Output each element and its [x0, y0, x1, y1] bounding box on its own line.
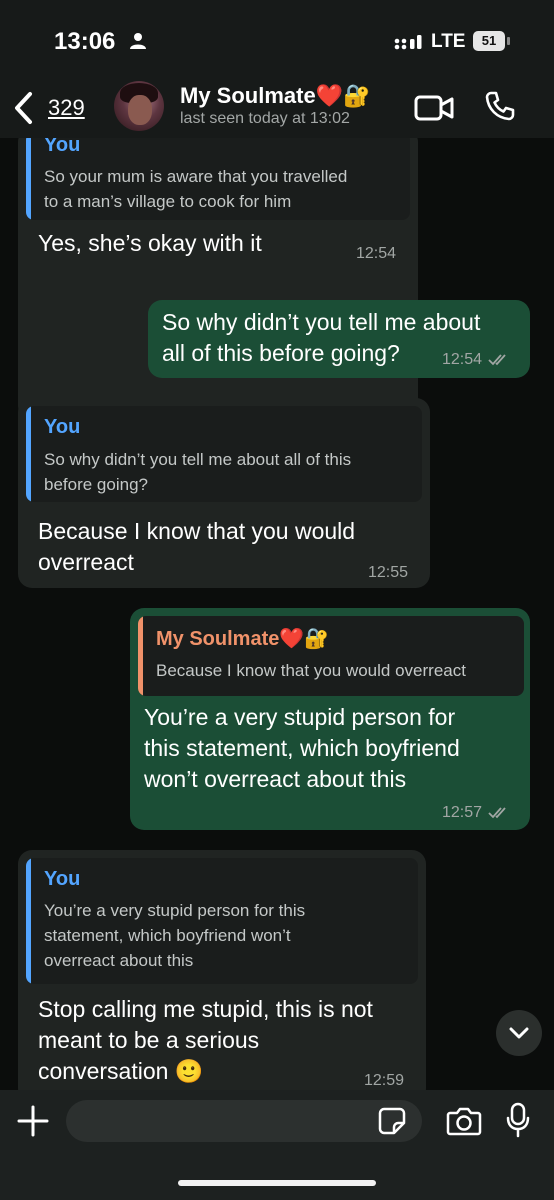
- network-label: LTE: [431, 31, 466, 52]
- quote-text-line: overreact about this: [44, 951, 194, 970]
- message-text: So why didn’t you tell me about all of t…: [162, 307, 480, 369]
- quote-text: You’re a very stupid person for this sta…: [44, 898, 305, 973]
- contact-name[interactable]: My Soulmate❤️🔐: [180, 83, 370, 109]
- message-bubble-incoming[interactable]: You You’re a very stupid person for this…: [18, 850, 426, 1090]
- quote-author: You: [44, 416, 81, 438]
- sticker-icon[interactable]: [378, 1107, 406, 1135]
- unread-count: 329: [48, 95, 85, 120]
- message-time: 12:59: [364, 1072, 405, 1089]
- reply-quote[interactable]: You You’re a very stupid person for this…: [26, 858, 418, 984]
- last-seen-status: last seen today at 13:02: [180, 110, 350, 127]
- quote-text: So why didn’t you tell me about all of t…: [44, 447, 351, 497]
- battery-icon: 51: [473, 31, 511, 51]
- chat-area[interactable]: You So your mum is aware that you travel…: [0, 138, 554, 1090]
- message-text-line: all of this before going?: [162, 340, 400, 366]
- read-ticks-icon: [488, 354, 506, 366]
- scroll-to-bottom-button[interactable]: [496, 1010, 542, 1056]
- message-text-line: Because I know that you would: [38, 518, 356, 544]
- phone-icon[interactable]: [484, 90, 516, 122]
- message-time: 12:54: [442, 351, 510, 369]
- reply-quote[interactable]: My Soulmate❤️🔐 Because I know that you w…: [138, 616, 524, 696]
- quote-text-line: Because I know that you would overreact: [156, 661, 466, 680]
- mic-icon[interactable]: [506, 1102, 530, 1138]
- quote-text-line: before going?: [44, 475, 148, 494]
- quote-accent-bar: [26, 858, 31, 984]
- quote-accent-bar: [26, 406, 31, 502]
- quote-text-line: So your mum is aware that you travelled: [44, 167, 348, 186]
- message-time: 12:54: [356, 245, 397, 262]
- message-text-line: Stop calling me stupid, this is not: [38, 996, 373, 1022]
- home-indicator[interactable]: [178, 1180, 376, 1186]
- back-chevron-icon: [15, 92, 32, 124]
- quote-text: Because I know that you would overreact: [156, 658, 466, 683]
- message-text: You’re a very stupid person for this sta…: [144, 702, 460, 795]
- quote-author: My Soulmate❤️🔐: [156, 628, 330, 650]
- message-text-line: meant to be a serious: [38, 1027, 260, 1053]
- message-time-text: 12:54: [442, 351, 483, 368]
- battery-level: 51: [473, 31, 505, 51]
- quote-text-line: statement, which boyfriend won’t: [44, 926, 291, 945]
- quote-text: So your mum is aware that you travelled …: [44, 164, 347, 214]
- message-text: Yes, she’s okay with it: [38, 228, 262, 259]
- reply-quote[interactable]: You So your mum is aware that you travel…: [26, 138, 410, 220]
- message-bubble-outgoing[interactable]: So why didn’t you tell me about all of t…: [148, 300, 530, 378]
- message-text: Because I know that you would overreact: [38, 516, 355, 578]
- quote-accent-bar: [138, 616, 143, 696]
- chat-header: 329 My Soulmate❤️🔐 last seen today at 13…: [0, 80, 554, 138]
- signal-icon: [394, 35, 422, 50]
- message-time-text: 12:57: [442, 804, 483, 821]
- status-time: 13:06: [54, 28, 116, 55]
- battery-nub: [507, 37, 510, 45]
- message-text-line: won’t overreact about this: [144, 766, 407, 792]
- quote-author: You: [44, 868, 81, 890]
- camera-icon[interactable]: [446, 1106, 482, 1136]
- message-text-line: Yes, she’s okay with it: [38, 230, 262, 256]
- message-input[interactable]: [66, 1100, 422, 1142]
- message-text: Stop calling me stupid, this is not mean…: [38, 994, 373, 1087]
- message-text-line: overreact: [38, 549, 134, 575]
- message-text-line: conversation 🙂: [38, 1058, 204, 1084]
- plus-icon[interactable]: [16, 1104, 50, 1138]
- video-call-icon[interactable]: [414, 94, 454, 122]
- avatar[interactable]: [114, 81, 164, 131]
- quote-text-line: You’re a very stupid person for this: [44, 901, 306, 920]
- avatar-face: [128, 95, 152, 125]
- message-text-line: So why didn’t you tell me about: [162, 309, 481, 335]
- quote-text-line: So why didn’t you tell me about all of t…: [44, 450, 352, 469]
- quote-text-line: to a man’s village to cook for him: [44, 192, 292, 211]
- status-bar: 13:06 LTE 51: [0, 0, 554, 80]
- message-text-line: You’re a very stupid person for: [144, 704, 456, 730]
- message-bubble-incoming[interactable]: You So why didn’t you tell me about all …: [18, 398, 430, 588]
- quote-author: You: [44, 138, 81, 156]
- message-text-line: this statement, which boyfriend: [144, 735, 460, 761]
- person-icon: [130, 33, 146, 49]
- message-time: 12:55: [368, 564, 409, 581]
- message-bubble-outgoing[interactable]: My Soulmate❤️🔐 Because I know that you w…: [130, 608, 530, 830]
- back-button[interactable]: 329: [8, 86, 98, 130]
- chevron-down-icon: [509, 1027, 529, 1039]
- reply-quote[interactable]: You So why didn’t you tell me about all …: [26, 406, 422, 502]
- message-time: 12:57: [442, 804, 510, 822]
- read-ticks-icon: [488, 807, 506, 819]
- quote-accent-bar: [26, 138, 31, 220]
